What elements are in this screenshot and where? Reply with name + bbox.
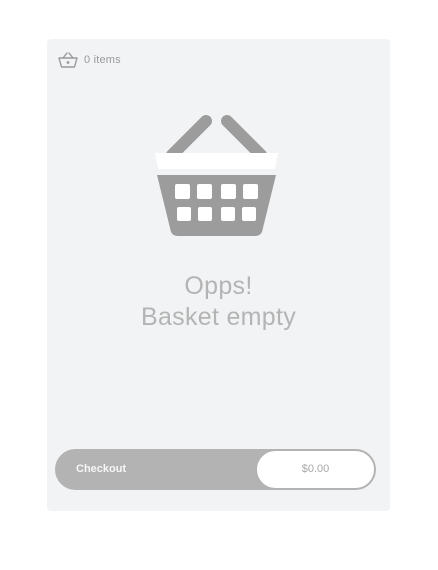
empty-basket-illustration (155, 115, 278, 236)
basket-header: 0 items (57, 49, 121, 71)
checkout-button[interactable]: Checkout $0.00 (55, 449, 376, 490)
item-count: 0 items (84, 54, 121, 66)
checkout-label: Checkout (76, 463, 127, 475)
basket-panel: 0 items Opps! Basket empty Checkout $0.0… (47, 39, 390, 511)
empty-title: Opps! (184, 272, 253, 300)
empty-subtitle: Basket empty (140, 303, 297, 331)
basket-icon (58, 52, 78, 68)
checkout-total: $0.00 (256, 450, 375, 489)
empty-message: Opps! Basket empty (47, 271, 390, 333)
